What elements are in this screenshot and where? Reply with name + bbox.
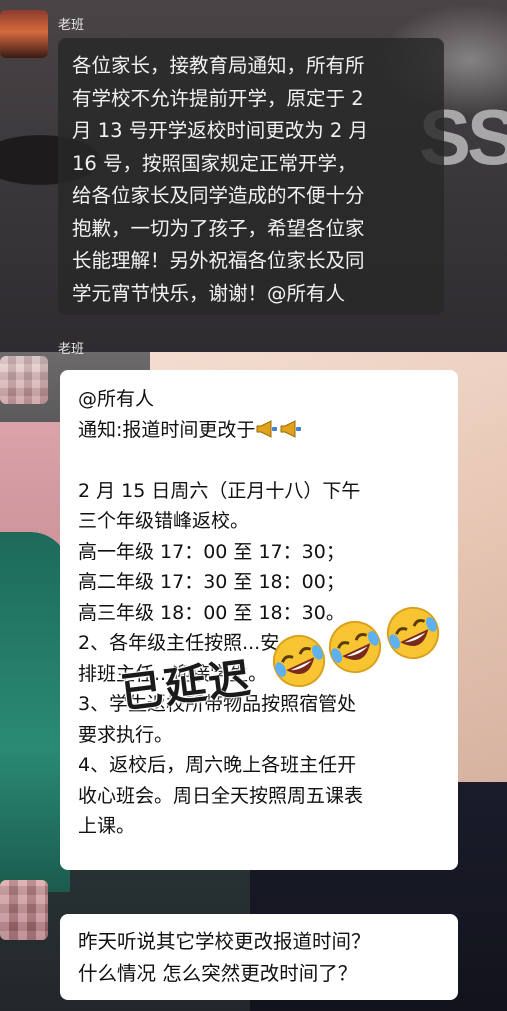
message-line: 有学校不允许提前开学，原定于 2 [72,86,364,110]
message-line: 收心班会。周日全天按照周五课表 [78,784,364,807]
message-line: 2 月 15 日周六（正月十八）下午 [78,479,361,502]
rofl-emoji [328,620,382,674]
message-line: 高一年级 17：00 至 17：30； [78,540,345,563]
sender-avatar[interactable] [0,10,48,58]
message-line: 学元宵节快乐，谢谢！@所有人 [72,281,346,305]
message-line: 给各位家长及同学造成的不便十分 [72,184,365,207]
megaphone-icon [280,419,302,438]
sender-name: 老班 [58,18,85,33]
message-line: 长能理解！另外祝福各位家长及同 [72,249,365,272]
message-line: 什么情况 怎么突然更改时间了？ [78,962,358,985]
message-line: 各位家长，接教育局通知，所有所 [72,54,365,77]
sender-name: 老班 [58,342,85,357]
message-line: 16 号，按照国家规定正常开学， [72,151,357,175]
message-line-with-icons: 通知:报道时间更改于 [78,415,458,446]
message-line: 要求执行。 [78,723,174,746]
message-line: 高二年级 17：30 至 18：00； [78,571,345,593]
sender-avatar[interactable] [0,356,48,404]
message-bubble-question[interactable]: 昨天听说其它学校更改报道时间？ 什么情况 怎么突然更改时间了？ [60,914,458,1000]
message-line: 昨天听说其它学校更改报道时间？ [78,930,371,953]
message-bubble-notice[interactable]: 各位家长，接教育局通知，所有所 有学校不允许提前开学，原定于 2 月 13 号开… [58,38,444,315]
message-line: 三个年级错峰返校。 [78,510,250,532]
megaphone-icon [256,419,278,438]
message-line: @所有人 [78,388,155,410]
rofl-emoji [386,606,440,660]
message-line: 月 13 号开学返校时间更改为 2 月 [72,119,369,142]
sender-avatar[interactable] [0,880,48,940]
message-line: 抱歉，一切为了孩子，希望各位家 [72,216,365,240]
message-line [78,445,458,476]
message-line: 通知:报道时间更改于 [78,418,256,441]
message-line: 上课。 [78,815,136,837]
rofl-emoji [272,634,326,688]
message-line: 4、返校后，周六晚上各班主任开 [78,754,357,776]
